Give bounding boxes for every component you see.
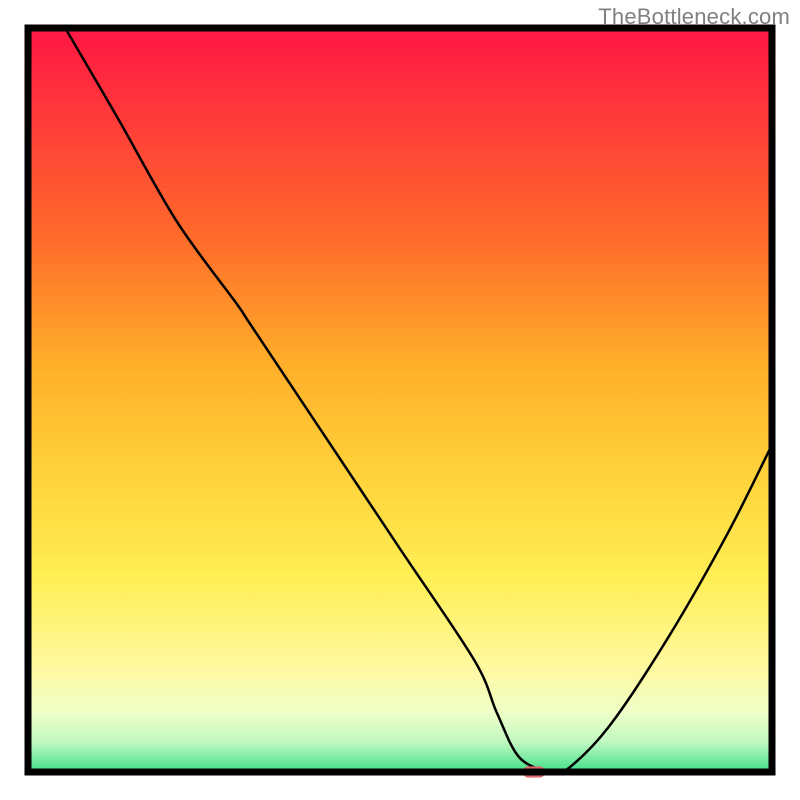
bottleneck-chart — [0, 0, 800, 800]
watermark-text: TheBottleneck.com — [598, 4, 790, 30]
chart-container: TheBottleneck.com — [0, 0, 800, 800]
gradient-background — [28, 28, 772, 772]
plot-area — [28, 28, 772, 778]
